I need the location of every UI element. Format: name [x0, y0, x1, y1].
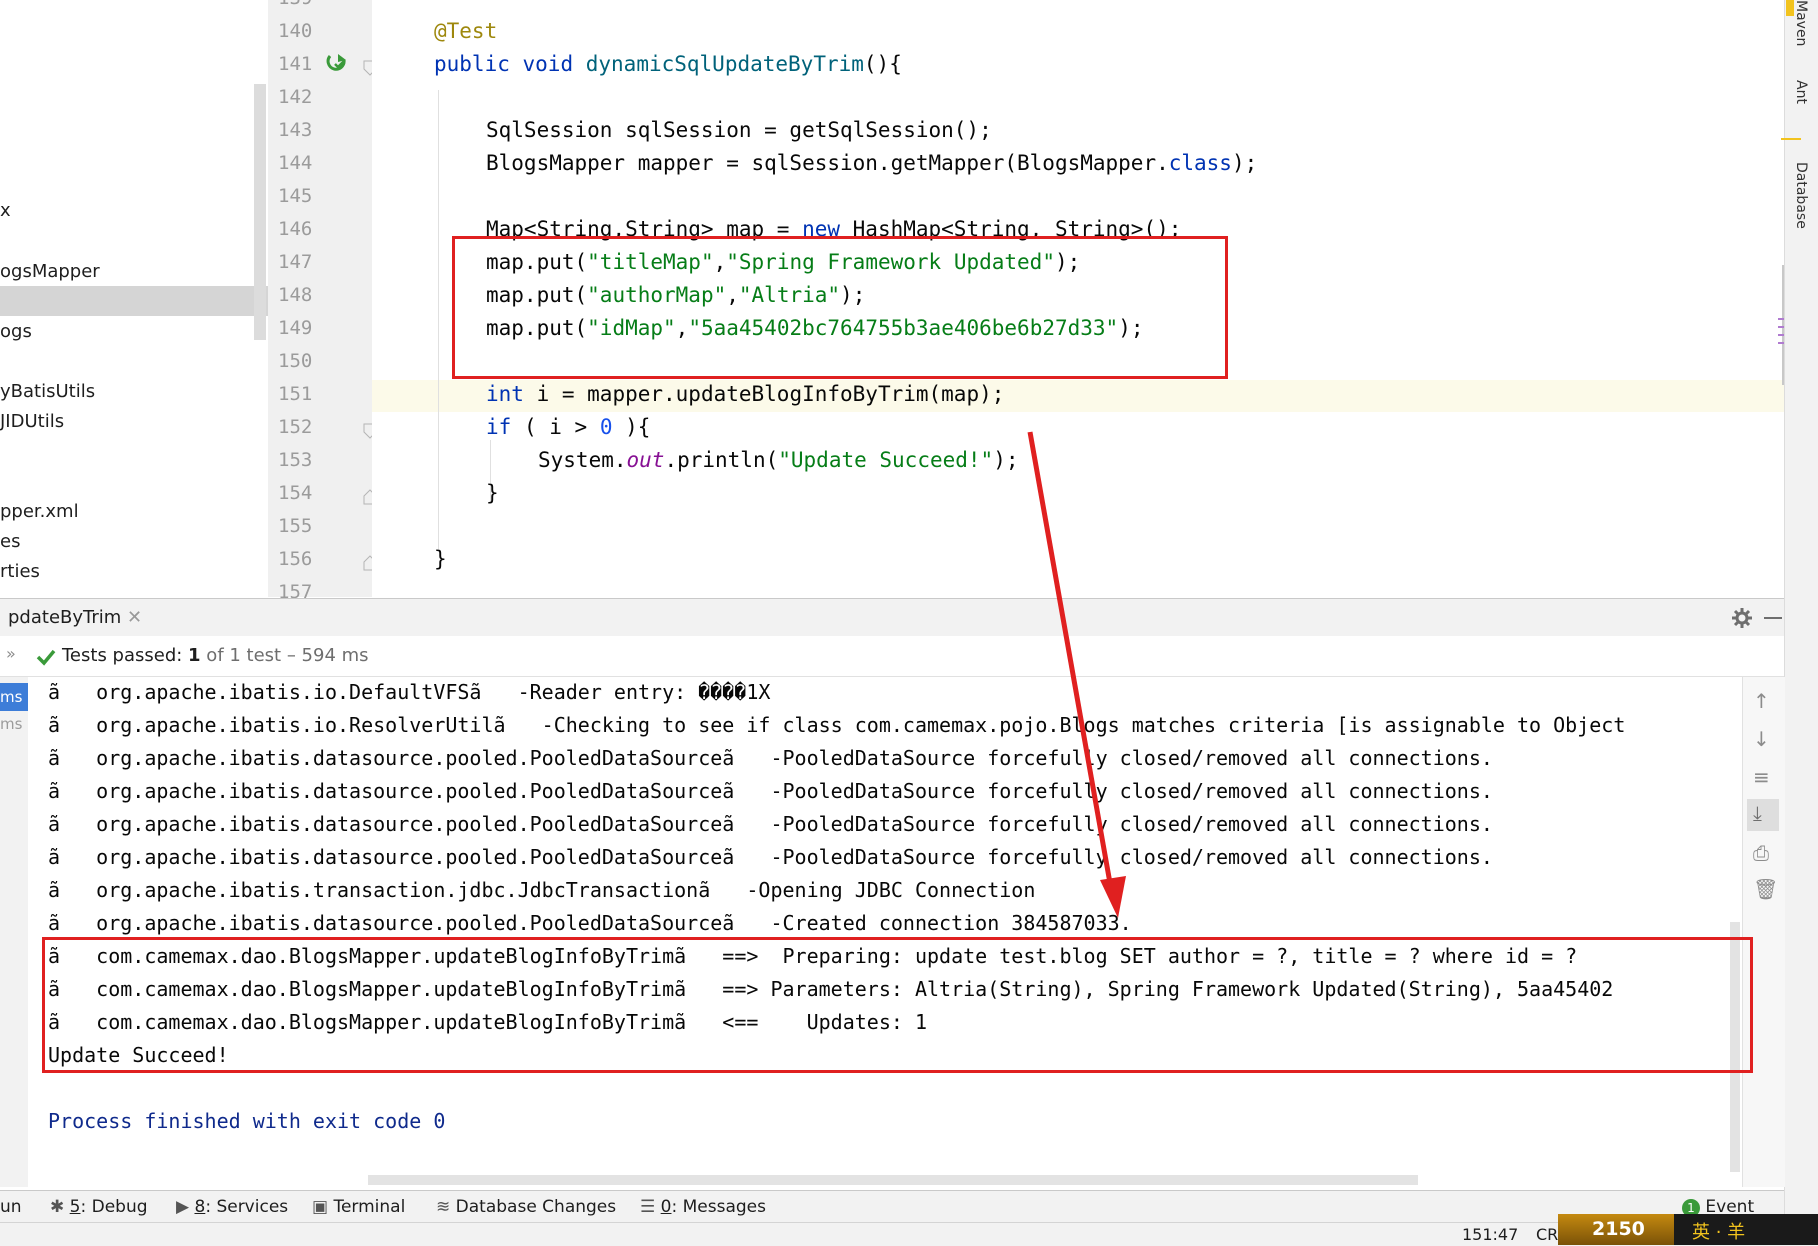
line-number: 154 — [278, 482, 313, 504]
check-icon — [36, 649, 56, 666]
maven-tab[interactable]: Maven — [1793, 0, 1809, 46]
test-status-text: Tests passed: 1 of 1 test – 594 ms — [62, 645, 369, 666]
tree-item[interactable]: es — [0, 531, 20, 552]
line-number: 139 — [278, 0, 322, 9]
run-window-button[interactable]: un — [0, 1197, 22, 1217]
tree-item[interactable]: rties — [0, 561, 40, 582]
test-tree-item[interactable]: ms — [0, 715, 22, 733]
line-number: 150 — [278, 350, 313, 372]
code-line-151: int i = mapper.updateBlogInfoByTrim(map)… — [486, 382, 1005, 406]
console-output[interactable]: ã org.apache.ibatis.io.DefaultVFSã -Read… — [28, 677, 1742, 1187]
terminal-window-button[interactable]: ▣ Terminal — [312, 1197, 405, 1217]
console-line: ã org.apache.ibatis.datasource.pooled.Po… — [48, 845, 1493, 869]
scroll-up-icon[interactable]: ↑ — [1753, 689, 1770, 713]
tool-window-bar: un ✱ 5: Debug ▶ 8: Services ▣ Terminal ≋… — [0, 1190, 1784, 1237]
code-line-141: public void dynamicSqlUpdateByTrim(){ — [434, 52, 902, 76]
code-line-152: if ( i > 0 ){ — [486, 415, 651, 439]
ime-score-box: 2150 — [1558, 1214, 1674, 1245]
ime-toolbar: 2150 英 · 羊 — [1558, 1214, 1818, 1245]
code-line-153: System.out.println("Update Succeed!"); — [538, 448, 1019, 472]
console-line: ã org.apache.ibatis.datasource.pooled.Po… — [48, 779, 1493, 803]
highlight-box-code — [452, 236, 1228, 379]
status-bar: 151:47 CR — [0, 1222, 1818, 1246]
tree-item[interactable]: ogsMapper — [0, 261, 100, 282]
run-test-icon[interactable] — [326, 52, 350, 76]
console-line: ã org.apache.ibatis.io.DefaultVFSã -Read… — [48, 680, 771, 704]
line-number: 151 — [278, 383, 313, 405]
gear-icon[interactable] — [1731, 607, 1753, 629]
line-separator[interactable]: CR — [1536, 1225, 1558, 1244]
messages-icon: ☰ — [640, 1197, 656, 1217]
line-number: 141 — [278, 53, 313, 75]
caret-position[interactable]: 151:47 — [1462, 1225, 1518, 1244]
line-number: 143 — [278, 119, 313, 141]
tree-item[interactable]: ogs — [0, 321, 32, 342]
line-number: 140 — [278, 20, 313, 42]
console-toolbar: ↑ ↓ ≡ ⤓ ⎙ 🗑 — [1742, 677, 1785, 1187]
minimize-icon[interactable] — [1764, 617, 1782, 619]
run-tab[interactable]: pdateByTrim ✕ — [0, 599, 151, 640]
code-line-156: } — [434, 547, 447, 571]
tree-item[interactable]: x — [0, 200, 11, 221]
line-number: 142 — [278, 86, 313, 108]
terminal-icon: ▣ — [312, 1197, 329, 1217]
ime-mode[interactable]: 英 · 羊 — [1692, 1218, 1745, 1244]
tree-item[interactable]: pper.xml — [0, 501, 79, 522]
scroll-to-end-button[interactable]: ⤓ — [1747, 799, 1779, 831]
line-number: 156 — [278, 548, 313, 570]
console-line: ã org.apache.ibatis.transaction.jdbc.Jdb… — [48, 878, 1036, 902]
line-number: 144 — [278, 152, 313, 174]
console-line: ã org.apache.ibatis.datasource.pooled.Po… — [48, 812, 1493, 836]
line-number: 149 — [278, 317, 313, 339]
database-icon: ≋ — [436, 1197, 451, 1217]
print-icon[interactable]: ⎙ — [1753, 841, 1769, 865]
debug-window-button[interactable]: ✱ 5: Debug — [50, 1197, 148, 1217]
tree-scrollbar[interactable] — [254, 84, 266, 340]
console-line: ã org.apache.ibatis.datasource.pooled.Po… — [48, 911, 1132, 935]
test-tree-item[interactable]: ms — [0, 683, 28, 711]
close-icon[interactable]: ✕ — [127, 607, 142, 628]
line-number: 155 — [278, 515, 313, 537]
services-icon: ▶ — [176, 1197, 190, 1217]
right-tool-strip: Maven Ant Database — [1781, 0, 1818, 1245]
test-status-row: » Tests passed: 1 of 1 test – 594 ms — [0, 636, 1784, 677]
line-number: 145 — [278, 185, 313, 207]
expand-icon[interactable]: » — [6, 644, 16, 663]
highlight-box-console — [42, 937, 1753, 1073]
project-tree-panel: x ogsMapper ogs yBatisUtils JIDUtils ppe… — [0, 0, 268, 597]
messages-window-button[interactable]: ☰ 0: Messages — [640, 1197, 766, 1217]
scroll-to-end-icon: ⤓ — [1753, 801, 1762, 825]
code-line-154: } — [486, 481, 499, 505]
editor-gutter: 139 140 141 142 143 144 145 146 147 148 … — [268, 0, 377, 603]
line-number: 146 — [278, 218, 313, 240]
code-line-144: BlogsMapper mapper = sqlSession.getMappe… — [486, 151, 1258, 175]
line-number: 153 — [278, 449, 313, 471]
scroll-down-icon[interactable]: ↓ — [1753, 727, 1770, 751]
bug-icon: ✱ — [50, 1197, 65, 1217]
tree-item[interactable]: JIDUtils — [0, 411, 64, 432]
trash-icon[interactable]: 🗑 — [1753, 877, 1778, 901]
tree-selected-row[interactable] — [0, 286, 268, 316]
ime-score: 2150 — [1592, 1218, 1645, 1240]
database-tab[interactable]: Database — [1793, 162, 1809, 229]
ant-tab[interactable]: Ant — [1793, 80, 1809, 104]
console-line: ã org.apache.ibatis.io.ResolverUtilã -Ch… — [48, 713, 1626, 737]
soft-wrap-icon[interactable]: ≡ — [1753, 765, 1770, 789]
line-number: 152 — [278, 416, 313, 438]
line-number: 147 — [278, 251, 313, 273]
code-line-140: @Test — [434, 19, 498, 43]
console-hscrollbar[interactable] — [368, 1175, 1418, 1185]
tree-item[interactable]: yBatisUtils — [0, 381, 95, 402]
indent-guide — [438, 90, 439, 550]
warning-stripe-mark[interactable] — [1781, 138, 1801, 140]
process-finished-line: Process finished with exit code 0 — [48, 1109, 446, 1133]
services-window-button[interactable]: ▶ 8: Services — [176, 1197, 288, 1217]
run-window-header: pdateByTrim ✕ — [0, 598, 1784, 640]
code-line-143: SqlSession sqlSession = getSqlSession(); — [486, 118, 992, 142]
line-number: 148 — [278, 284, 313, 306]
console-line: ã org.apache.ibatis.datasource.pooled.Po… — [48, 746, 1493, 770]
test-tree-collapsed: ms ms — [0, 677, 29, 1187]
database-changes-button[interactable]: ≋ Database Changes — [436, 1197, 616, 1217]
